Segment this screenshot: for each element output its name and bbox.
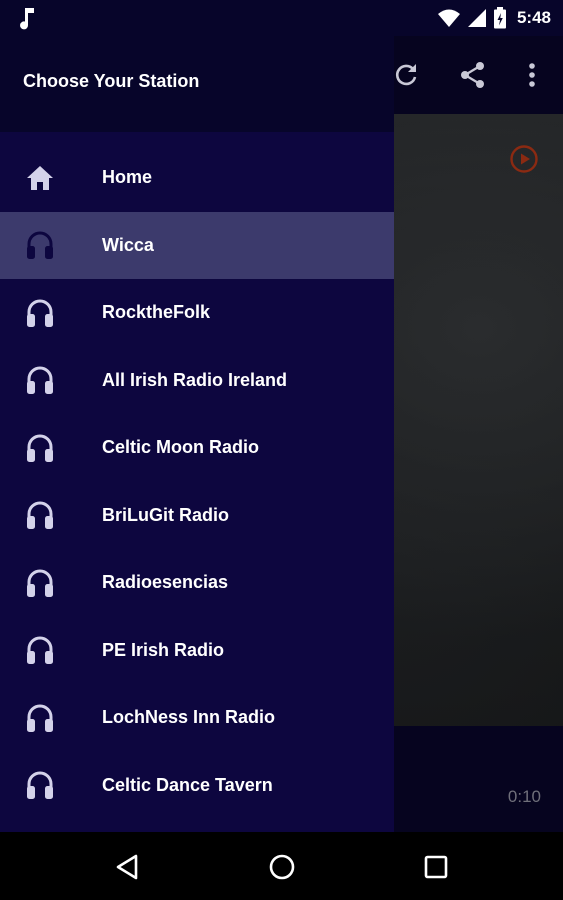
drawer-item-home[interactable]: Home: [0, 144, 394, 212]
drawer-item-label: BriLuGit Radio: [102, 504, 229, 525]
station-list: Home Wicca RocktheFolk All Irish Radio I…: [0, 144, 394, 819]
status-bar: 5:48: [0, 0, 563, 36]
headphones-icon: [27, 434, 53, 462]
drawer-item-celtic-moon-radio[interactable]: Celtic Moon Radio: [0, 414, 394, 482]
drawer-item-label: Celtic Moon Radio: [102, 437, 259, 458]
drawer-item-label: RocktheFolk: [102, 302, 211, 323]
drawer-item-label: Wicca: [102, 234, 154, 255]
recents-icon[interactable]: [421, 852, 451, 882]
headphones-icon: [27, 299, 53, 327]
drawer-item-all-irish-radio-ireland[interactable]: All Irish Radio Ireland: [0, 347, 394, 415]
drawer-item-label: PE Irish Radio: [102, 639, 225, 660]
home-circle-icon[interactable]: [267, 852, 297, 882]
refresh-icon[interactable]: [392, 61, 420, 89]
drawer-item-label: All Irish Radio Ireland: [102, 369, 288, 390]
music-note-icon: [20, 8, 34, 30]
wifi-icon: [437, 9, 460, 27]
headphones-icon: [27, 704, 53, 732]
share-icon[interactable]: [459, 61, 487, 89]
drawer-title: Choose Your Station: [23, 71, 200, 91]
drawer-item-label: Radioesencias: [102, 572, 229, 593]
drawer-item-label: Celtic Dance Tavern: [102, 774, 273, 795]
drawer-item-wicca[interactable]: Wicca: [0, 211, 394, 279]
drawer-item-pe-irish-radio[interactable]: PE Irish Radio: [0, 617, 394, 685]
headphones-icon: [27, 501, 53, 530]
drawer-item-rockthefolk[interactable]: RocktheFolk: [0, 279, 394, 347]
more-vert-icon[interactable]: [518, 61, 546, 89]
system-nav-bar: [0, 832, 563, 900]
drawer-header: Choose Your Station: [0, 36, 394, 132]
headphones-icon: [27, 636, 53, 665]
clock: 5:48: [516, 8, 551, 27]
back-icon[interactable]: [113, 852, 143, 882]
drawer-item-celtic-dance-tavern[interactable]: Celtic Dance Tavern: [0, 752, 394, 820]
headphones-icon: [27, 569, 53, 597]
drawer-item-radioesencias[interactable]: Radioesencias: [0, 549, 394, 617]
battery-icon: [493, 7, 506, 29]
navigation-drawer: Choose Your Station Home Wicca RocktheFo…: [0, 36, 394, 832]
drawer-item-lochness-inn-radio[interactable]: LochNess Inn Radio: [0, 684, 394, 752]
home-icon: [27, 165, 53, 190]
headphones-icon: [27, 366, 53, 395]
cell-signal-icon: [467, 9, 486, 27]
drawer-item-label: Home: [102, 167, 153, 188]
status-icons: 5:48: [437, 0, 551, 36]
drawer-item-label: LochNess Inn Radio: [102, 707, 276, 728]
headphones-icon: [27, 231, 53, 260]
elapsed-time: 0:10: [507, 787, 541, 806]
play-circle-icon[interactable]: [509, 144, 539, 174]
headphones-icon: [27, 771, 53, 800]
drawer-item-brilugit-radio[interactable]: BriLuGit Radio: [0, 482, 394, 550]
